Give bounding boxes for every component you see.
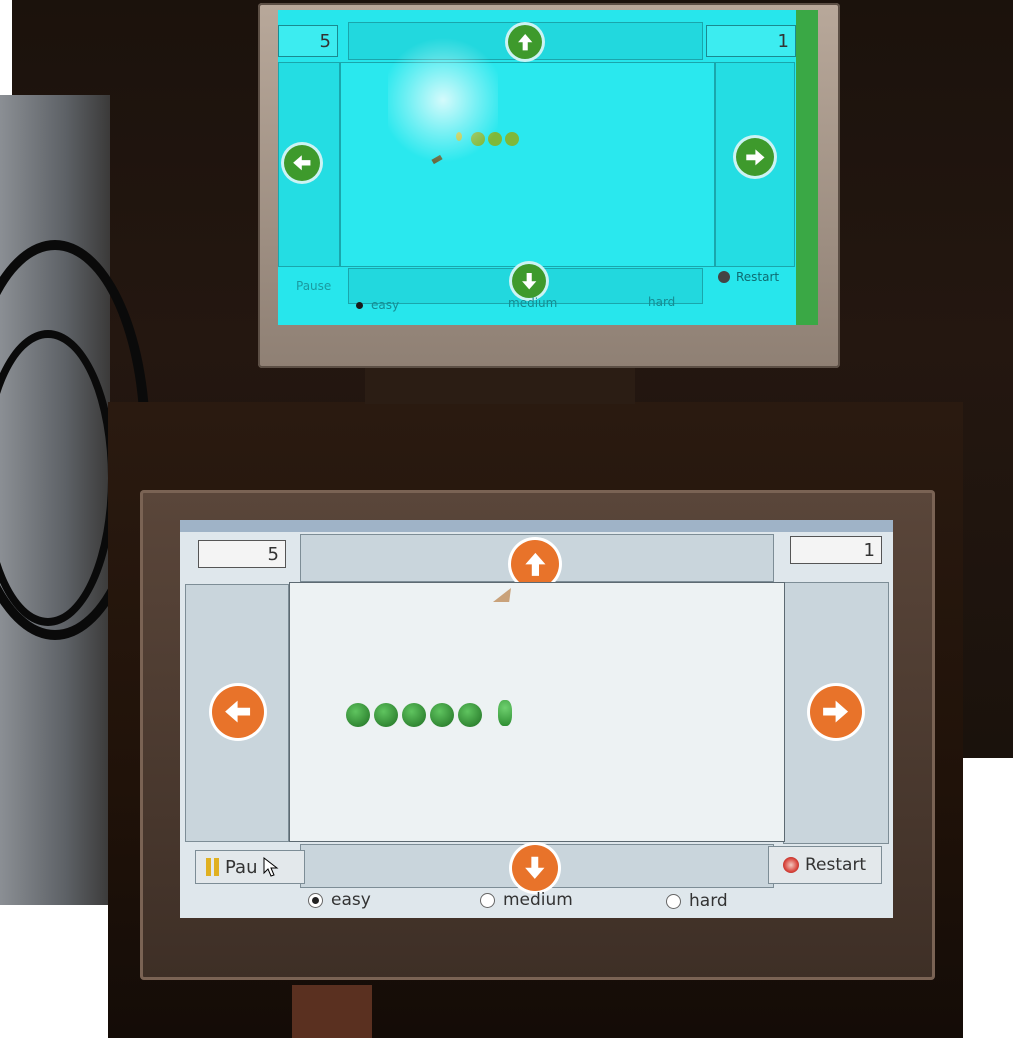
bottom-left-button[interactable] <box>212 686 264 738</box>
bottom-up-button[interactable] <box>511 540 559 588</box>
snake-segment <box>346 703 370 727</box>
restart-icon <box>783 857 799 873</box>
snake-segment <box>374 703 398 727</box>
arrow-left-icon <box>225 701 251 723</box>
arrow-left-icon <box>293 155 311 171</box>
top-down-button[interactable] <box>512 264 546 298</box>
arrow-down-icon <box>525 856 545 880</box>
radio-button <box>666 893 681 909</box>
arrow-right-icon <box>745 149 765 165</box>
bottom-score-right: 1 <box>790 536 882 564</box>
restart-label: Restart <box>805 855 867 875</box>
top-pause-button[interactable]: Pause <box>278 270 344 302</box>
bottom-device-board <box>292 985 372 1038</box>
cursor-icon <box>263 857 279 877</box>
radio-selected-dot <box>356 301 363 309</box>
arrow-up-icon <box>524 552 546 576</box>
arrow-up-icon <box>517 33 533 51</box>
bottom-radio-medium[interactable]: medium <box>480 890 573 910</box>
bottom-pause-button[interactable]: Pau <box>195 850 305 884</box>
top-right-button[interactable] <box>736 138 774 176</box>
bottom-right-button[interactable] <box>810 686 862 738</box>
bottom-screen: 5 1 Pau Restart easy medium hard <box>180 520 893 918</box>
arrow-right-icon <box>823 701 849 723</box>
top-device-board <box>365 368 635 404</box>
radio-button <box>308 892 323 908</box>
restart-icon <box>718 271 730 283</box>
top-radio-hard[interactable]: hard <box>648 295 675 309</box>
top-score-right: 1 <box>706 25 796 57</box>
radio-button <box>480 892 495 908</box>
top-radio-medium[interactable]: medium <box>508 296 557 310</box>
snake-segment <box>402 703 426 727</box>
top-score-left: 5 <box>278 25 338 57</box>
bottom-score-left: 5 <box>198 540 286 568</box>
top-left-button[interactable] <box>284 145 320 181</box>
arrow-down-icon <box>521 272 537 290</box>
snake-head <box>498 700 512 726</box>
top-snake-segment <box>505 132 519 146</box>
snake-segment <box>458 703 482 727</box>
top-radio-easy[interactable]: easy <box>356 298 399 312</box>
snake-segment <box>430 703 454 727</box>
top-green-strip <box>796 10 818 325</box>
bottom-radio-hard[interactable]: hard <box>666 891 728 911</box>
pause-label: Pause <box>296 279 332 293</box>
restart-label: Restart <box>736 270 780 284</box>
top-screen: 5 1 Pause Restart easy medium hard <box>278 10 818 325</box>
top-restart-button[interactable]: Restart <box>710 262 790 292</box>
pause-label: Pau <box>225 856 258 878</box>
pause-icon <box>206 858 219 876</box>
glare <box>388 30 498 170</box>
bottom-restart-button[interactable]: Restart <box>768 846 882 884</box>
top-up-button[interactable] <box>508 25 542 59</box>
bottom-radio-easy[interactable]: easy <box>308 890 371 910</box>
bottom-down-button[interactable] <box>512 845 558 891</box>
window-title-strip <box>180 520 893 532</box>
